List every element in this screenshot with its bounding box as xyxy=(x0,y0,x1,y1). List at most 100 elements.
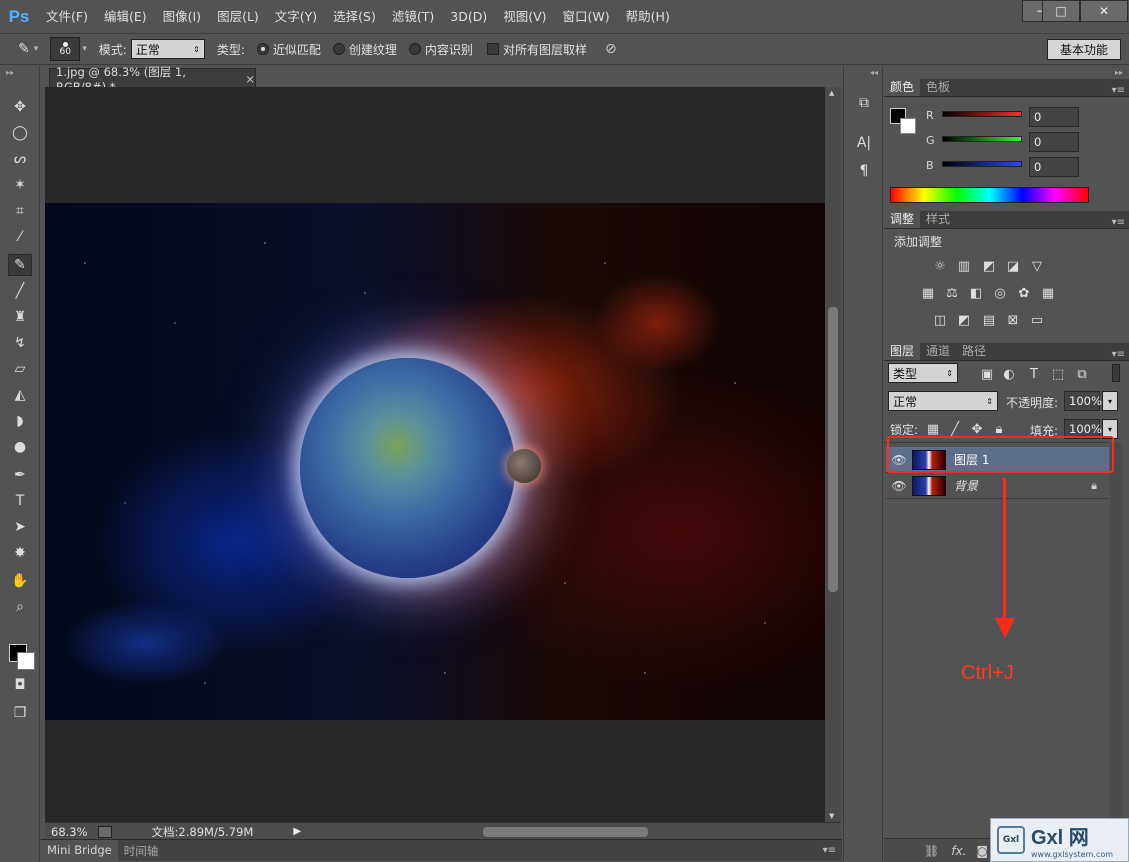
menu-view[interactable]: 视图(V) xyxy=(495,0,554,33)
blur-tool-icon[interactable]: ◗ xyxy=(8,410,32,432)
vertical-scrollbar[interactable]: ▲ ▼ xyxy=(825,87,841,822)
tab-swatches[interactable]: 色板 xyxy=(920,79,956,96)
healing-brush-icon[interactable]: ✎ xyxy=(18,41,30,57)
color-lookup-icon[interactable]: ▦ xyxy=(1039,285,1057,301)
threshold-icon[interactable]: ▤ xyxy=(980,312,998,328)
lasso-tool-icon[interactable]: ᔕ xyxy=(8,148,32,170)
radio-proximity[interactable] xyxy=(256,43,269,55)
document-image[interactable] xyxy=(45,203,825,720)
dock-collapse-icon[interactable]: ◂◂ xyxy=(870,68,878,77)
status-info-icon[interactable] xyxy=(97,825,112,838)
brush-size-picker[interactable]: 60 xyxy=(50,37,81,61)
scroll-up-icon[interactable]: ▲ xyxy=(829,89,834,97)
panels-collapse-icon[interactable]: ▸▸ xyxy=(1115,68,1123,77)
channel-mixer-icon[interactable]: ✿ xyxy=(1015,285,1033,301)
eraser-tool-icon[interactable]: ▱ xyxy=(8,358,32,380)
lock-all-icon[interactable]: 🔒︎ xyxy=(990,421,1008,437)
zoom-tool-icon[interactable]: ⌕ xyxy=(8,596,32,618)
filter-smart-icon[interactable]: ⧉ xyxy=(1073,366,1091,382)
sample-all-checkbox[interactable] xyxy=(486,43,499,55)
hand-tool-icon[interactable]: ✋ xyxy=(8,570,32,592)
tab-channels[interactable]: 通道 xyxy=(920,343,956,360)
background-color-swatch[interactable] xyxy=(17,652,35,670)
brush-tool-icon[interactable]: ╱ xyxy=(8,280,32,302)
crop-tool-icon[interactable]: ⌗ xyxy=(8,200,32,222)
channel-g-slider[interactable] xyxy=(942,136,1022,142)
menu-type[interactable]: 文字(Y) xyxy=(267,0,325,33)
vibrance-icon[interactable]: ▽ xyxy=(1028,258,1046,274)
maximize-button[interactable]: □ xyxy=(1042,0,1080,22)
type-tool-icon[interactable]: T xyxy=(8,490,32,512)
tab-timeline[interactable]: 时间轴 xyxy=(118,843,165,859)
channel-b-slider[interactable] xyxy=(942,161,1022,167)
color-panel-menu-icon[interactable]: ▾≡ xyxy=(1112,85,1125,96)
visibility-eye-icon[interactable]: 👁︎ xyxy=(886,479,912,493)
channel-b-value[interactable]: 0 xyxy=(1029,157,1079,177)
menu-file[interactable]: 文件(F) xyxy=(38,0,96,33)
panel-menu-icon[interactable]: ▾≡ xyxy=(817,845,842,856)
status-menu-arrow-icon[interactable]: ▶ xyxy=(293,826,301,837)
brightness-icon[interactable]: ☼ xyxy=(931,258,949,274)
workspace-button[interactable]: 基本功能 xyxy=(1047,39,1121,60)
menu-image[interactable]: 图像(I) xyxy=(155,0,209,33)
menu-edit[interactable]: 编辑(E) xyxy=(96,0,155,33)
filter-toggle[interactable] xyxy=(1112,364,1120,382)
layers-panel-menu-icon[interactable]: ▾≡ xyxy=(1112,349,1125,360)
filter-adjust-icon[interactable]: ◐ xyxy=(1000,366,1018,382)
lock-position-icon[interactable]: ✥ xyxy=(968,421,986,437)
pen-tool-icon[interactable]: ✒ xyxy=(8,464,32,486)
color-balance-icon[interactable]: ⚖ xyxy=(943,285,961,301)
brush-picker-arrow-icon[interactable]: ▾ xyxy=(82,44,87,54)
layer-name[interactable]: 背景 xyxy=(954,477,978,494)
photo-filter-icon[interactable]: ◎ xyxy=(991,285,1009,301)
filter-shape-icon[interactable]: ⬚ xyxy=(1049,366,1067,382)
curves-icon[interactable]: ◩ xyxy=(980,258,998,274)
channel-g-value[interactable]: 0 xyxy=(1029,132,1079,152)
tab-mini-bridge[interactable]: Mini Bridge xyxy=(41,840,118,861)
magic-wand-icon[interactable]: ✶ xyxy=(8,174,32,196)
document-tab[interactable]: 1.jpg @ 68.3% (图层 1, RGB/8#) * × xyxy=(49,65,256,94)
adjust-panel-menu-icon[interactable]: ▾≡ xyxy=(1112,217,1125,228)
shape-tool-icon[interactable]: ✸ xyxy=(8,542,32,564)
layer-fx-icon[interactable]: fx. xyxy=(951,844,966,858)
scroll-down-icon[interactable]: ▼ xyxy=(829,812,834,820)
invert-icon[interactable]: ◫ xyxy=(931,312,949,328)
lock-pixels-icon[interactable]: ╱ xyxy=(946,421,964,437)
paint-bucket-icon[interactable]: ◭ xyxy=(8,384,32,406)
eyedropper-icon[interactable]: ⁄ xyxy=(8,226,32,248)
collapse-icon[interactable]: ▸▸ xyxy=(6,68,14,77)
menu-window[interactable]: 窗口(W) xyxy=(555,0,618,33)
black-white-icon[interactable]: ◧ xyxy=(967,285,985,301)
link-layers-icon[interactable]: ⛓ xyxy=(924,844,939,858)
radio-texture[interactable] xyxy=(332,43,345,55)
pressure-icon[interactable]: ⊘ xyxy=(605,41,617,57)
paragraph-panel-icon[interactable]: ¶ xyxy=(852,160,876,182)
channel-r-value[interactable]: 0 xyxy=(1029,107,1079,127)
marquee-tool-icon[interactable]: ◯ xyxy=(8,122,32,144)
layer-row-background[interactable]: 👁︎ 背景 🔒︎ xyxy=(886,473,1109,499)
posterize-icon[interactable]: ◩ xyxy=(955,312,973,328)
selective-color-icon[interactable]: ⊠ xyxy=(1004,312,1022,328)
channel-r-slider[interactable] xyxy=(942,111,1022,117)
mode-select[interactable]: 正常 ⇕ xyxy=(130,39,205,59)
tab-styles[interactable]: 样式 xyxy=(920,211,956,228)
tool-preset-arrow-icon[interactable]: ▾ xyxy=(34,44,39,54)
blend-mode-select[interactable]: 正常 ⇕ xyxy=(888,391,998,411)
vertical-scroll-thumb[interactable] xyxy=(828,307,838,592)
healing-brush-tool-icon[interactable]: ✎ xyxy=(8,254,32,276)
menu-filter[interactable]: 滤镜(T) xyxy=(384,0,442,33)
layer-filter-select[interactable]: 类型 ⇕ xyxy=(888,363,958,383)
history-panel-icon[interactable]: ⧉ xyxy=(852,92,876,114)
color-spectrum-bar[interactable] xyxy=(890,187,1089,203)
tab-layers[interactable]: 图层 xyxy=(884,343,921,360)
stamp-tool-icon[interactable]: ♜ xyxy=(8,306,32,328)
close-tab-icon[interactable]: × xyxy=(245,72,255,86)
add-mask-icon[interactable]: ◙ xyxy=(976,844,988,858)
horizontal-scroll-thumb[interactable] xyxy=(483,827,648,837)
filter-type-icon[interactable]: T xyxy=(1025,366,1043,382)
menu-help[interactable]: 帮助(H) xyxy=(618,0,678,33)
close-button[interactable]: ✕ xyxy=(1080,0,1128,22)
menu-layer[interactable]: 图层(L) xyxy=(209,0,267,33)
history-brush-icon[interactable]: ↯ xyxy=(8,332,32,354)
quick-mask-icon[interactable]: ◘ xyxy=(8,674,32,696)
